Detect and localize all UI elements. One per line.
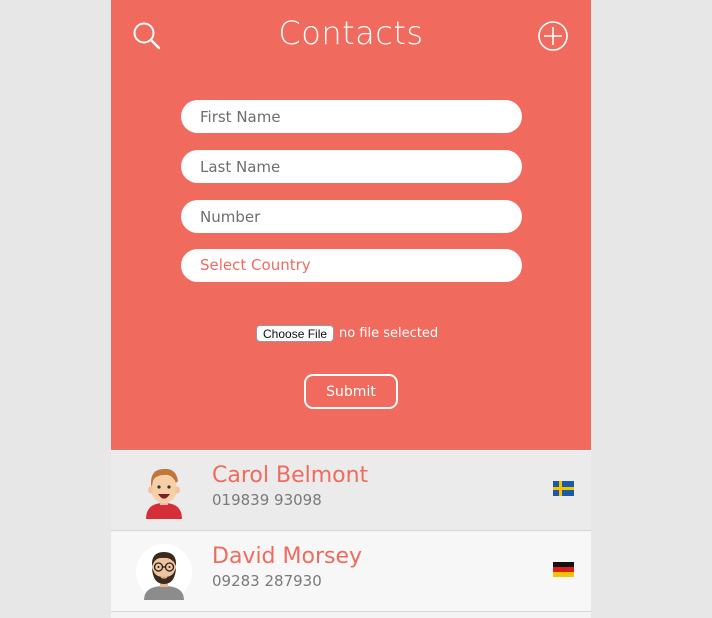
- last-name-field[interactable]: [181, 150, 522, 183]
- avatar-red-shirt-icon: [146, 468, 182, 519]
- contact-name: David Morsey: [212, 544, 363, 569]
- number-field[interactable]: [181, 200, 522, 233]
- contact-number: 09283 287930: [212, 572, 322, 590]
- file-upload: Choose File no file selected: [256, 323, 438, 343]
- country-select-label: Select Country: [200, 256, 311, 274]
- choose-file-button[interactable]: Choose File: [256, 324, 335, 342]
- contact-row[interactable]: David Morsey 09283 287930: [111, 532, 591, 612]
- contact-row[interactable]: Carol Belmont 019839 93098: [111, 451, 591, 531]
- avatar-bearded-glasses-icon: [136, 544, 192, 600]
- first-name-field[interactable]: [181, 100, 522, 133]
- submit-button[interactable]: Submit: [304, 374, 398, 409]
- contact-name: Carol Belmont: [212, 463, 369, 488]
- page-title: Contacts: [278, 14, 424, 52]
- sweden-flag-icon: [553, 481, 574, 496]
- germany-flag-icon: [553, 562, 574, 577]
- plus-circle-icon[interactable]: [537, 20, 569, 52]
- country-select[interactable]: Select Country: [181, 249, 522, 282]
- contacts-app: Contacts Select Country Choose File no f…: [111, 0, 591, 618]
- contact-number: 019839 93098: [212, 491, 322, 509]
- new-contact-panel: Contacts Select Country Choose File no f…: [111, 0, 591, 450]
- file-status: no file selected: [339, 325, 439, 341]
